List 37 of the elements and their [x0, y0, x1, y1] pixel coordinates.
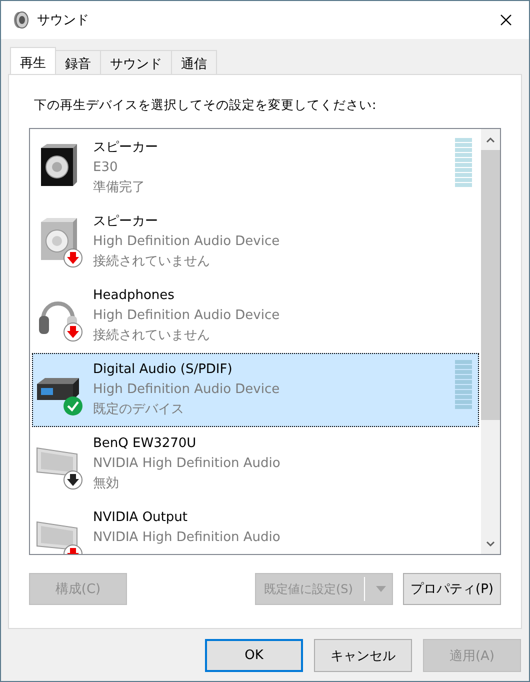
- speaker-icon: [13, 11, 29, 29]
- scroll-down-icon[interactable]: [486, 540, 495, 546]
- device-row[interactable]: BenQ EW3270U NVIDIA High Definition Audio 無効: [32, 427, 479, 501]
- device-row[interactable]: スピーカー E30 準備完了: [32, 131, 479, 205]
- device-name: Headphones: [93, 287, 176, 305]
- tab[interactable]: 通信: [171, 50, 217, 74]
- device-row[interactable]: Headphones High Definition Audio Device 接続されていません: [32, 279, 479, 353]
- device-status: 準備完了: [93, 179, 146, 197]
- device-description: High Definition Audio Device: [93, 307, 280, 325]
- window-title: サウンド: [37, 12, 90, 29]
- cancel-button[interactable]: キャンセル: [314, 639, 412, 672]
- scrollbar[interactable]: [481, 129, 500, 554]
- device-name: Digital Audio (S/PDIF): [93, 361, 234, 379]
- close-icon[interactable]: [500, 14, 512, 26]
- device-row[interactable]: NVIDIA Output NVIDIA High Definition Audio: [32, 501, 479, 554]
- device-description: NVIDIA High Definition Audio: [93, 529, 280, 547]
- button-label: 既定値に設定(S): [264, 580, 353, 598]
- device-row[interactable]: スピーカー High Definition Audio Device 接続されていません: [32, 205, 479, 279]
- scroll-up-icon[interactable]: [486, 136, 495, 142]
- instruction-text: 下の再生デバイスを選択してその設定を変更してください:: [34, 97, 378, 114]
- device-description: E30: [93, 159, 119, 177]
- device-status: 接続されていません: [93, 327, 211, 345]
- device-description: NVIDIA High Definition Audio: [93, 455, 280, 473]
- properties-button[interactable]: プロパティ(P): [403, 573, 501, 605]
- device-status: 無効: [93, 475, 120, 493]
- device-name: スピーカー: [93, 213, 159, 231]
- device-description: High Definition Audio Device: [93, 381, 280, 399]
- scrollbar-thumb[interactable]: [481, 150, 500, 420]
- device-row[interactable]: Digital Audio (S/PDIF) High Definition Audio Device 既定のデバイス: [32, 353, 479, 427]
- ok-button[interactable]: OK: [205, 639, 303, 672]
- device-description: High Definition Audio Device: [93, 233, 280, 251]
- tab[interactable]: 再生: [10, 47, 56, 74]
- device-name: NVIDIA Output: [93, 509, 188, 527]
- device-status: 接続されていません: [93, 253, 211, 271]
- device-status: 既定のデバイス: [93, 401, 185, 419]
- device-name: BenQ EW3270U: [93, 435, 198, 453]
- device-name: スピーカー: [93, 139, 158, 157]
